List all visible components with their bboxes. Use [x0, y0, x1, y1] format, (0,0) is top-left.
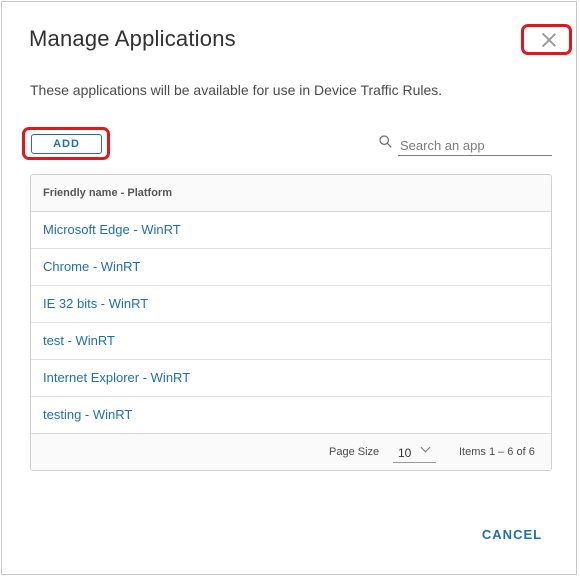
- page-size-value: 10: [398, 446, 412, 460]
- column-header-friendly-name[interactable]: Friendly name - Platform: [31, 175, 551, 212]
- page-size-select[interactable]: 10: [393, 441, 436, 463]
- add-button-highlight: ADD: [22, 127, 110, 160]
- cancel-button[interactable]: CANCEL: [472, 524, 552, 546]
- table-row: IE 32 bits - WinRT: [31, 286, 551, 323]
- dialog-description: These applications will be available for…: [30, 82, 443, 98]
- chevron-down-icon: [420, 442, 431, 453]
- app-link[interactable]: IE 32 bits - WinRT: [43, 296, 148, 311]
- table-row: Microsoft Edge - WinRT: [31, 212, 551, 249]
- grid-footer: Page Size 10 Items 1 – 6 of 6: [31, 433, 551, 470]
- items-count: Items 1 – 6 of 6: [459, 446, 535, 458]
- search-input[interactable]: [398, 136, 552, 156]
- add-button[interactable]: ADD: [31, 134, 102, 154]
- app-link[interactable]: test - WinRT: [43, 333, 115, 348]
- applications-grid: Friendly name - Platform Microsoft Edge …: [30, 174, 552, 471]
- app-link[interactable]: testing - WinRT: [43, 407, 132, 422]
- table-row: testing - WinRT: [31, 397, 551, 434]
- close-button-highlight: [521, 24, 572, 55]
- dialog-title: Manage Applications: [29, 26, 236, 51]
- table-row: Internet Explorer - WinRT: [31, 360, 551, 397]
- search-icon: [379, 135, 392, 148]
- table-row: test - WinRT: [31, 323, 551, 360]
- page-size-label: Page Size: [329, 446, 380, 458]
- close-icon[interactable]: [541, 32, 557, 48]
- manage-applications-dialog: Manage Applications These applications w…: [1, 1, 577, 575]
- app-link[interactable]: Microsoft Edge - WinRT: [43, 222, 181, 237]
- app-link[interactable]: Chrome - WinRT: [43, 259, 140, 274]
- app-link[interactable]: Internet Explorer - WinRT: [43, 370, 190, 385]
- table-row: Chrome - WinRT: [31, 249, 551, 286]
